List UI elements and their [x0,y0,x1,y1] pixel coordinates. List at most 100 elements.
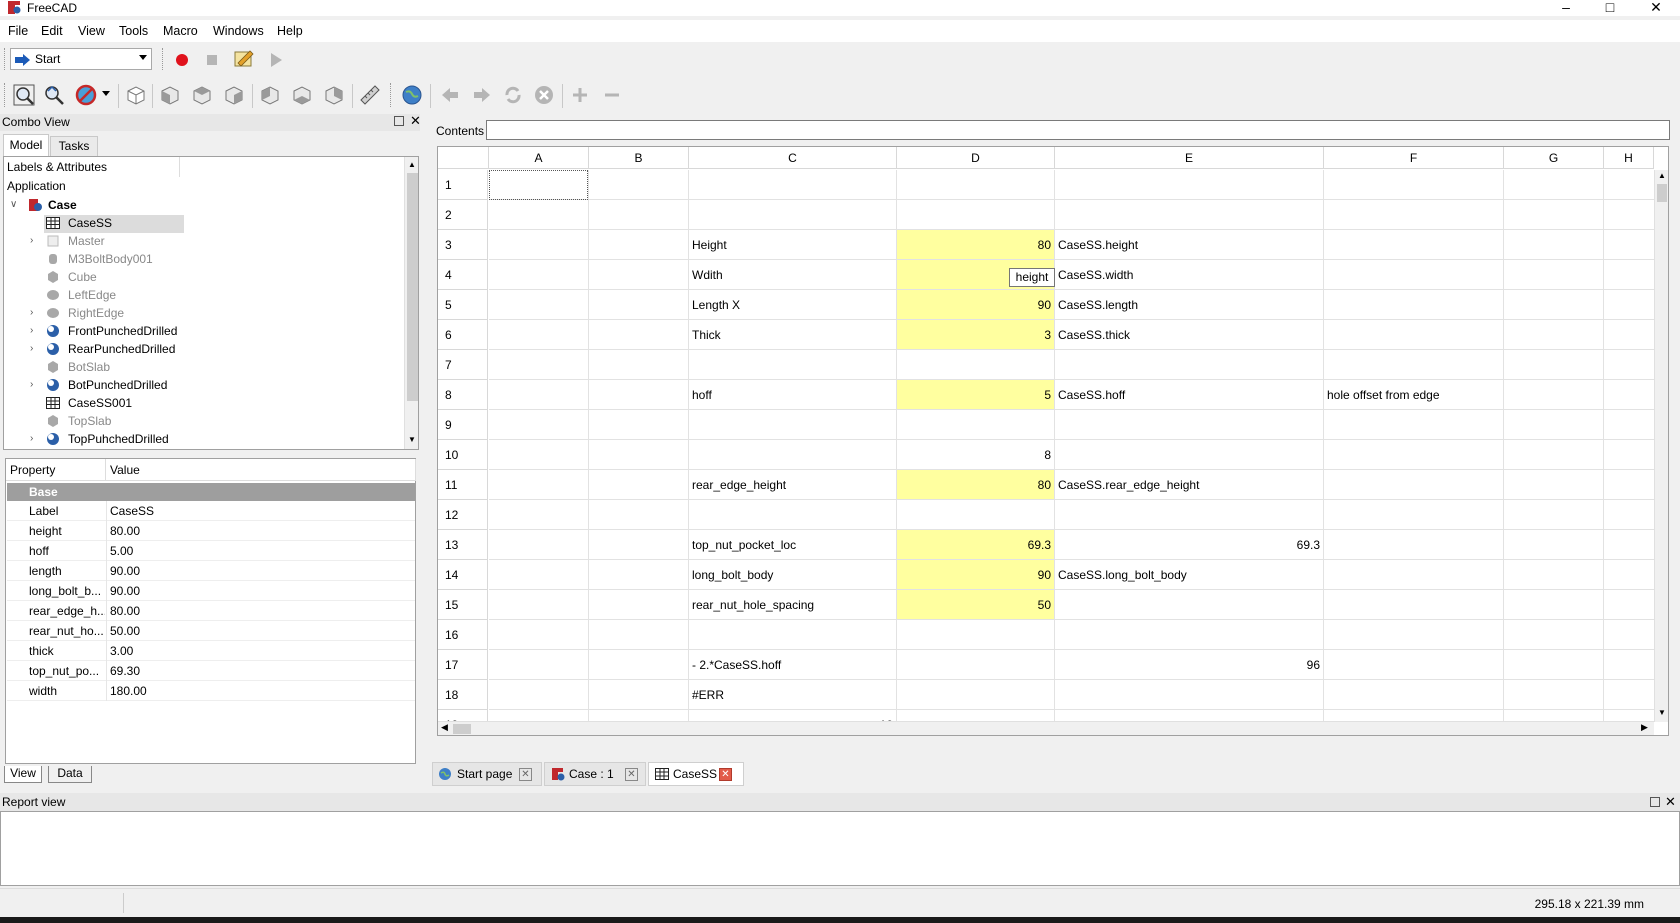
menu-macro[interactable]: Macro [163,24,198,38]
close-window-button[interactable]: ✕ [1634,0,1678,16]
row-header[interactable]: 2 [438,200,488,230]
scrollbar-thumb[interactable] [1657,184,1667,202]
column-header-c[interactable]: C [689,147,897,169]
cell-d11[interactable]: 80 [897,470,1055,500]
row-header[interactable]: 1 [438,170,488,200]
cell-d10[interactable]: 8 [897,440,1055,470]
rear-view-icon[interactable] [258,83,282,107]
property-row[interactable]: thick 3.00 [7,641,415,661]
chevron-right-icon[interactable]: › [30,376,40,394]
cell-e8[interactable]: CaseSS.hoff [1055,380,1324,410]
chevron-right-icon[interactable]: › [30,232,40,250]
property-row[interactable]: rear_nut_ho... 50.00 [7,621,415,641]
top-view-icon[interactable] [190,83,214,107]
toolbar-grip[interactable] [162,48,165,70]
property-row[interactable]: top_nut_po... 69.30 [7,661,415,681]
scroll-up-icon[interactable]: ▲ [408,160,416,169]
column-header-d[interactable]: D [897,147,1055,169]
record-macro-icon[interactable] [170,48,194,72]
cell-d3[interactable]: 80 [897,230,1055,260]
row-header[interactable]: 7 [438,350,488,380]
close-tab-icon[interactable]: ✕ [625,768,638,781]
globe-icon[interactable] [400,83,424,107]
toolbar-grip[interactable] [4,83,7,107]
chevron-right-icon[interactable]: › [30,304,40,322]
maximize-button[interactable]: □ [1588,0,1632,16]
cell-c14[interactable]: long_bolt_body [689,560,897,590]
doc-tab-case[interactable]: Case : 1 ✕ [544,762,646,786]
property-row[interactable]: length 90.00 [7,561,415,581]
column-header-f[interactable]: F [1324,147,1504,169]
contents-input[interactable] [486,120,1670,140]
cell-e5[interactable]: CaseSS.length [1055,290,1324,320]
scroll-right-icon[interactable]: ▶ [1641,722,1648,733]
corner-header[interactable] [438,147,489,169]
cell-c3[interactable]: Height [689,230,897,260]
tab-data[interactable]: Data [48,766,92,783]
cell-e17[interactable]: 96 [1055,650,1324,680]
menu-view[interactable]: View [78,24,105,38]
column-header-e[interactable]: E [1055,147,1324,169]
column-header-b[interactable]: B [589,147,689,169]
sheet-horizontal-scrollbar[interactable]: ◀ ▶ [438,721,1654,735]
stop-loading-icon[interactable] [532,83,556,107]
cell-f8[interactable]: hole offset from edge [1324,380,1504,410]
right-view-icon[interactable] [222,83,246,107]
minimize-button[interactable]: – [1544,0,1588,16]
row-header[interactable]: 11 [438,470,488,500]
column-header-h[interactable]: H [1604,147,1654,169]
cell-e6[interactable]: CaseSS.thick [1055,320,1324,350]
cell-e4[interactable]: CaseSS.width [1055,260,1324,290]
row-header[interactable]: 14 [438,560,488,590]
close-panel-icon[interactable]: ✕ [410,114,421,127]
cell-c17[interactable]: - 2.*CaseSS.hoff [689,650,897,680]
cell-d14[interactable]: 90 [897,560,1055,590]
cell-e3[interactable]: CaseSS.height [1055,230,1324,260]
property-group-base[interactable]: Base [7,483,415,501]
scroll-down-icon[interactable]: ▼ [1658,708,1666,717]
selected-cell-a1[interactable] [489,170,588,200]
scrollbar-thumb[interactable] [407,173,418,401]
close-tab-icon[interactable]: ✕ [519,768,532,781]
stop-macro-icon[interactable] [200,48,224,72]
property-row[interactable]: rear_edge_h... 80.00 [7,601,415,621]
toolbar-grip[interactable] [390,83,393,107]
column-header-g[interactable]: G [1504,147,1604,169]
property-row[interactable]: height 80.00 [7,521,415,541]
chevron-down-icon[interactable] [102,91,110,96]
scrollbar-thumb[interactable] [453,724,471,734]
menu-tools[interactable]: Tools [119,24,148,38]
workbench-selector[interactable]: Start [10,48,152,70]
cell-d8[interactable]: 5 [897,380,1055,410]
property-row[interactable]: long_bolt_b... 90.00 [7,581,415,601]
zoom-in-plus-icon[interactable] [568,83,592,107]
forward-arrow-icon[interactable] [470,83,494,107]
cell-c8[interactable]: hoff [689,380,897,410]
tab-tasks[interactable]: Tasks [50,136,98,156]
property-row[interactable]: hoff 5.00 [7,541,415,561]
chevron-right-icon[interactable]: › [30,322,40,340]
chevron-down-icon[interactable]: ∨ [10,196,20,214]
cell-c13[interactable]: top_nut_pocket_loc [689,530,897,560]
row-header[interactable]: 13 [438,530,488,560]
cell-e14[interactable]: CaseSS.long_bolt_body [1055,560,1324,590]
cell-d13[interactable]: 69.3 [897,530,1055,560]
column-header-a[interactable]: A [489,147,589,169]
measure-distance-icon[interactable] [358,83,382,107]
chevron-right-icon[interactable]: › [30,430,40,448]
close-tab-icon[interactable]: ✕ [719,768,732,781]
tab-model[interactable]: Model [3,134,49,156]
row-header[interactable]: 4 [438,260,488,290]
sheet-vertical-scrollbar[interactable]: ▲ ▼ [1654,170,1668,722]
row-header[interactable]: 6 [438,320,488,350]
property-row[interactable]: width 180.00 [7,681,415,701]
row-header[interactable]: 18 [438,680,488,710]
menu-file[interactable]: File [8,24,28,38]
cell-c6[interactable]: Thick [689,320,897,350]
cell-e11[interactable]: CaseSS.rear_edge_height [1055,470,1324,500]
fit-all-icon[interactable] [12,83,36,107]
row-header[interactable]: 15 [438,590,488,620]
property-row[interactable]: Label CaseSS [7,501,415,521]
float-panel-icon[interactable] [1650,797,1660,807]
cell-d6[interactable]: 3 [897,320,1055,350]
